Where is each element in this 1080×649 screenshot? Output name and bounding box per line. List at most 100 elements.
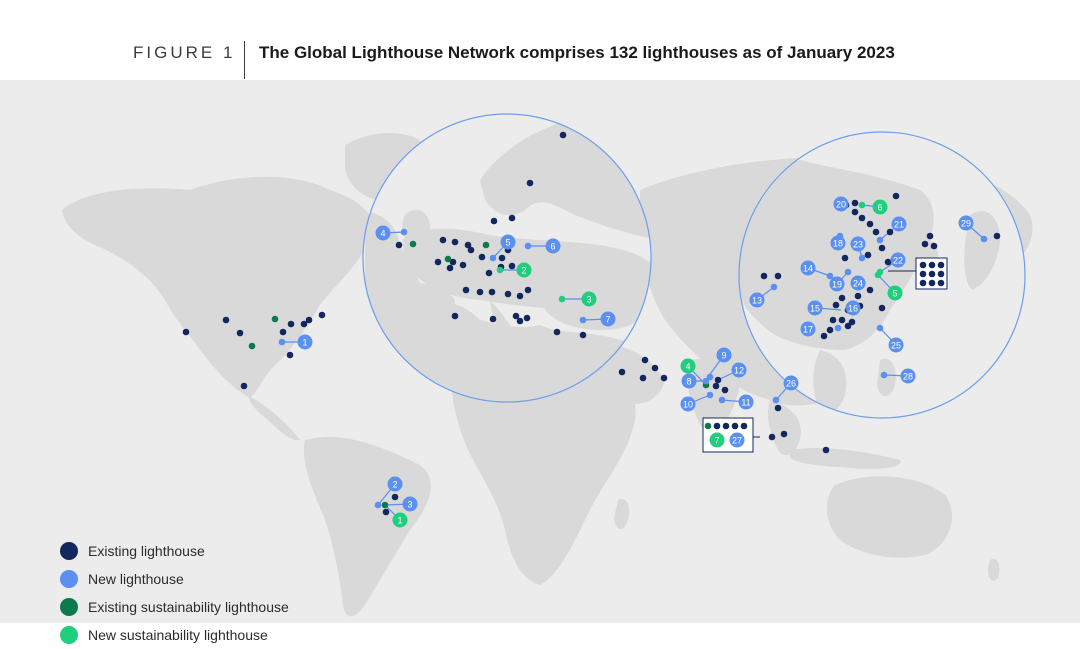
lighthouse-dot (844, 322, 852, 330)
lighthouse-dot (980, 235, 988, 243)
callout-number: 22 (893, 256, 903, 266)
lighthouse-dot (559, 131, 567, 139)
new-lighthouse-callout: 24 (850, 275, 866, 291)
header-divider (244, 41, 245, 79)
lighthouse-dot (476, 288, 484, 296)
callout-number: 4 (685, 362, 690, 372)
lighthouse-dot (714, 376, 722, 384)
callout-number: 8 (686, 377, 691, 387)
callout-number: 13 (752, 296, 762, 306)
new-lighthouse-callout: 28 (900, 368, 916, 384)
lighthouse-dot (286, 351, 294, 359)
new-lighthouse-callout: 19 (829, 276, 845, 292)
lighthouse-dot (409, 240, 417, 248)
lighthouse-dot (884, 258, 892, 266)
new-lighthouse-callout: 21 (891, 216, 907, 232)
lighthouse-dot (641, 356, 649, 364)
callout-number: 5 (892, 289, 897, 299)
lighthouse-dot (305, 316, 313, 324)
callout-number: 3 (586, 295, 591, 305)
lighthouse-dot (878, 304, 886, 312)
lighthouse-dot (706, 391, 714, 399)
lighthouse-dot (838, 316, 846, 324)
lighthouse-dot (844, 268, 852, 276)
lighthouse-dot (937, 279, 945, 287)
new-lighthouse-callout: 20 (833, 196, 849, 212)
lighthouse-dot (872, 228, 880, 236)
lighthouse-dot (496, 266, 504, 274)
lighthouse-dot (704, 422, 712, 430)
lighthouse-dot (490, 217, 498, 225)
lighthouse-dot (712, 382, 720, 390)
lighthouse-dot (236, 329, 244, 337)
new-lighthouse-callout: 3 (402, 496, 418, 512)
lighthouse-dot (516, 292, 524, 300)
lighthouse-dot (919, 279, 927, 287)
lighthouse-dot (639, 374, 647, 382)
lighthouse-dot (439, 236, 447, 244)
callout-number: 29 (961, 219, 971, 229)
new-lighthouse-callout: 1 (297, 334, 313, 350)
new-lighthouse-callout: 18 (830, 235, 846, 251)
lighthouse-dot (772, 396, 780, 404)
callout-number: 5 (505, 238, 510, 248)
legend-swatch (60, 626, 78, 644)
new-lighthouse-callout: 8 (681, 373, 697, 389)
lighthouse-dot (832, 301, 840, 309)
lighthouse-dot (381, 501, 389, 509)
callout-number: 2 (521, 266, 526, 276)
new-sustainability-callout: 5 (887, 285, 903, 301)
lighthouse-dot (524, 286, 532, 294)
lighthouse-dot (508, 262, 516, 270)
lighthouse-dot (482, 241, 490, 249)
lighthouse-dot (841, 254, 849, 262)
new-zealand-shape (987, 558, 1000, 581)
new-sustainability-callout: 7 (709, 432, 725, 448)
new-sustainability-callout: 6 (872, 199, 888, 215)
lighthouse-dot (462, 286, 470, 294)
legend-swatch (60, 570, 78, 588)
lighthouse-dot (516, 317, 524, 325)
lighthouse-dot (451, 312, 459, 320)
lighthouse-dot (459, 261, 467, 269)
new-sustainability-callout: 3 (581, 291, 597, 307)
central-america-shape (248, 395, 300, 441)
madagascar-shape (614, 498, 630, 530)
lighthouse-dot (858, 254, 866, 262)
lighthouse-dot (444, 255, 452, 263)
lighthouse-dot (721, 386, 729, 394)
legend-swatch (60, 542, 78, 560)
callout-number: 17 (803, 325, 813, 335)
lighthouse-dot (740, 422, 748, 430)
lighthouse-dot (876, 236, 884, 244)
new-lighthouse-callout: 6 (545, 238, 561, 254)
new-sustainability-callout: 1 (392, 512, 408, 528)
lighthouse-dot (864, 251, 872, 259)
lighthouse-dot (722, 422, 730, 430)
callout-number: 1 (302, 338, 307, 348)
lighthouse-dot (878, 244, 886, 252)
lighthouse-dot (523, 314, 531, 322)
lighthouse-dot (921, 240, 929, 248)
lighthouse-dot (993, 232, 1001, 240)
lighthouse-dot (928, 270, 936, 278)
lighthouse-dot (451, 238, 459, 246)
new-lighthouse-callout: 23 (850, 236, 866, 252)
lighthouse-dot (731, 422, 739, 430)
lighthouse-dot (919, 270, 927, 278)
lighthouse-dot (248, 342, 256, 350)
lighthouse-dot (279, 328, 287, 336)
lighthouse-dot (318, 311, 326, 319)
australia-shape (826, 476, 953, 558)
lighthouse-dot (489, 254, 497, 262)
lighthouse-dot (768, 433, 776, 441)
callout-number: 24 (853, 279, 863, 289)
lighthouse-dot (774, 272, 782, 280)
new-lighthouse-callout: 29 (958, 215, 974, 231)
legend-label: New lighthouse (88, 571, 184, 587)
lighthouse-dot (558, 295, 566, 303)
figure-header: FIGURE 1 The Global Lighthouse Network c… (0, 0, 1080, 80)
lighthouse-dot (926, 232, 934, 240)
lighthouse-dot (271, 315, 279, 323)
legend-label: Existing lighthouse (88, 543, 205, 559)
